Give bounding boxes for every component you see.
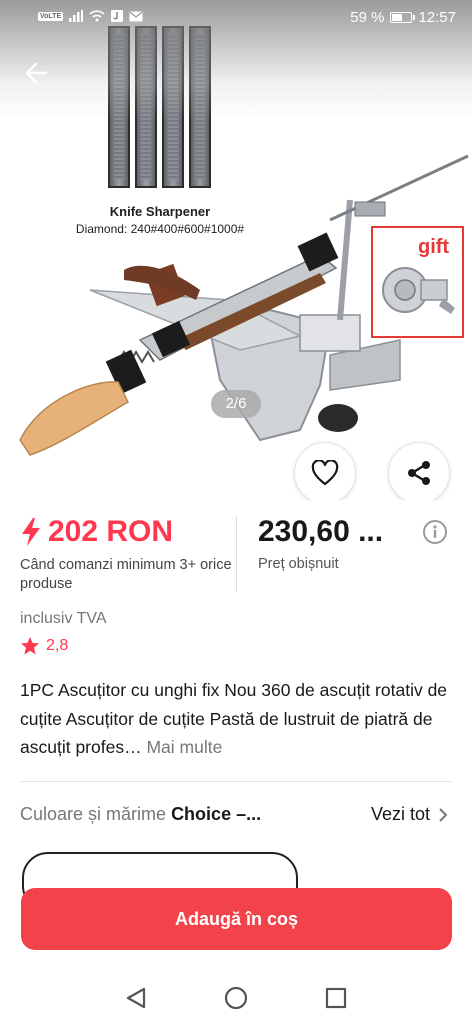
circle-home-icon xyxy=(224,986,248,1010)
page-indicator: 2/6 xyxy=(211,390,261,418)
chevron-right-icon xyxy=(439,807,448,822)
nav-home-button[interactable] xyxy=(222,984,250,1012)
separator xyxy=(20,781,452,782)
product-title-text: 1PC Ascuțitor cu unghi fix Nou 360 de as… xyxy=(20,680,448,757)
system-navigation-bar xyxy=(0,972,472,1024)
vat-note: inclusiv TVA xyxy=(20,610,107,627)
add-to-cart-button[interactable]: Adaugă în coș xyxy=(21,888,452,950)
star-icon xyxy=(21,637,39,655)
clock: 12:57 xyxy=(418,9,456,26)
triangle-back-icon xyxy=(126,987,146,1009)
battery-icon xyxy=(390,12,416,23)
sale-price-block: 202 RON Când comanzi minimum 3+ orice pr… xyxy=(20,514,235,594)
status-bar: VoLTE 59 % 12:57 xyxy=(0,0,472,36)
sale-price-value: 202 RON xyxy=(48,515,174,548)
product-image-gallery[interactable]: Knife Sharpener Diamond: 240#400#600#100… xyxy=(0,0,472,500)
gift-label: gift xyxy=(418,236,450,258)
regular-price-value: 230,60 ... xyxy=(258,515,384,548)
divider xyxy=(236,516,237,592)
variant-value: Choice –... xyxy=(171,804,262,824)
battery-level xyxy=(392,14,403,21)
view-all-label: Vezi tot xyxy=(370,804,430,824)
regular-price-block: 230,60 ... Preț obișnuit xyxy=(258,514,418,572)
back-arrow-icon xyxy=(25,62,48,84)
volte-indicator: VoLTE xyxy=(38,11,64,21)
square-recents-icon xyxy=(325,987,347,1009)
sale-price: 202 RON xyxy=(20,514,235,550)
app-notification-icon xyxy=(111,10,124,22)
variant-selector[interactable]: Culoare și mărime Choice –... Vezi tot xyxy=(20,804,452,830)
info-icon xyxy=(423,520,447,544)
share-button[interactable] xyxy=(388,442,450,500)
view-all-button[interactable]: Vezi tot xyxy=(371,804,448,825)
wifi-icon xyxy=(89,10,105,22)
price-info-button[interactable] xyxy=(422,519,448,545)
nav-recents-button[interactable] xyxy=(322,984,350,1012)
regular-price-label: Preț obișnuit xyxy=(258,556,339,572)
favorite-button[interactable] xyxy=(294,442,356,500)
back-button[interactable] xyxy=(20,56,54,90)
heart-icon xyxy=(311,460,339,486)
nav-back-button[interactable] xyxy=(122,984,150,1012)
more-link[interactable]: Mai multe xyxy=(146,737,222,757)
product-title[interactable]: 1PC Ascuțitor cu unghi fix Nou 360 de as… xyxy=(20,676,456,762)
rating-value: 2,8 xyxy=(46,637,69,654)
battery-percent: 59 % xyxy=(350,9,385,26)
lightning-icon xyxy=(22,518,40,546)
sale-price-note: Când comanzi minimum 3+ orice produse xyxy=(20,557,232,592)
rating[interactable]: 2,8 xyxy=(20,636,68,656)
mail-icon xyxy=(129,11,143,21)
share-icon xyxy=(408,461,430,485)
variant-label: Culoare și mărime xyxy=(20,804,167,824)
signal-icon xyxy=(69,10,84,22)
